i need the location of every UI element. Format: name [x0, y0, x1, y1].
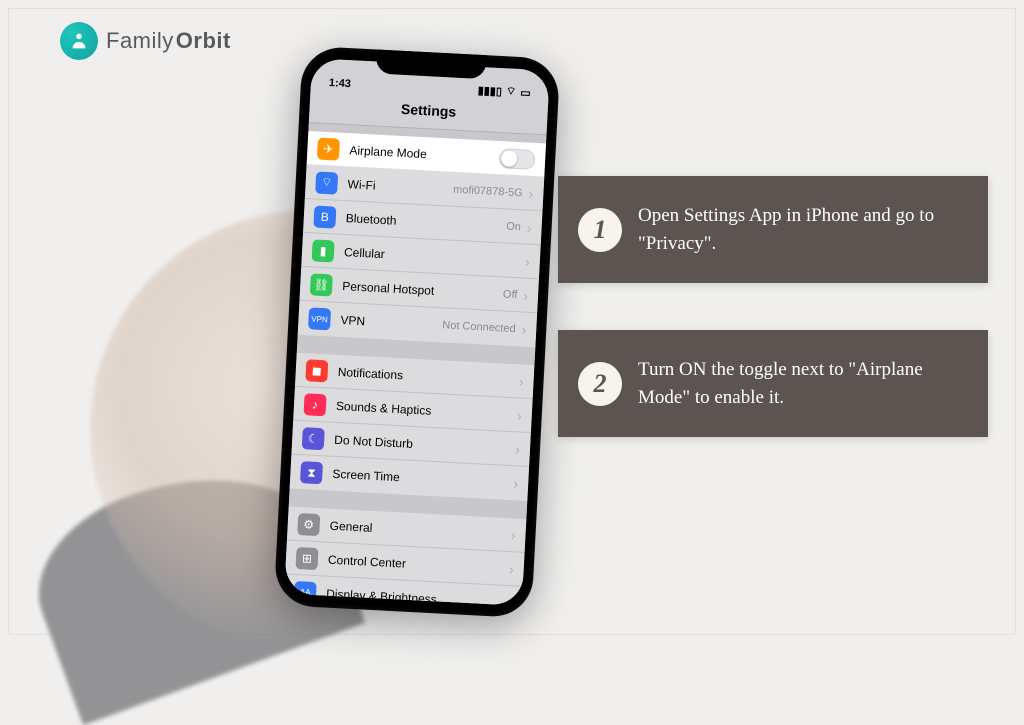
airplane-toggle[interactable]	[499, 148, 536, 170]
hotspot-icon: ⛓	[310, 273, 333, 296]
row-label: Notifications	[337, 364, 517, 387]
settings-group: ✈ Airplane Mode ⌔ Wi-Fimofi07878-5G › B Blueto…	[298, 131, 546, 347]
chevron-right-icon: ›	[521, 321, 527, 337]
chevron-right-icon: ›	[517, 407, 523, 423]
row-value: On	[506, 220, 521, 233]
chevron-right-icon: ›	[515, 441, 521, 457]
settings-group: ◼Notifications›♪Sounds & Haptics›☾Do Not…	[290, 353, 535, 501]
chevron-right-icon: ›	[527, 219, 533, 235]
row-label: Display & Brightness	[326, 586, 506, 606]
step-text-1: Open Settings App in iPhone and go to "P…	[638, 202, 966, 257]
row-label: Bluetooth	[346, 211, 507, 233]
status-time: 1:43	[329, 77, 352, 90]
row-label: Sounds & Haptics	[336, 398, 516, 421]
chevron-right-icon: ›	[513, 475, 519, 491]
settings-list[interactable]: ✈ Airplane Mode ⌔ Wi-Fimofi07878-5G › B Blueto…	[284, 123, 546, 606]
airplane-icon: ✈	[317, 137, 340, 160]
chevron-right-icon: ›	[518, 373, 524, 389]
row-label: General	[329, 518, 509, 541]
sounds-icon: ♪	[304, 393, 327, 416]
row-label: Screen Time	[332, 467, 512, 490]
row-label: Cellular	[344, 245, 524, 268]
wifi-icon: ⌔	[315, 171, 338, 194]
chevron-right-icon: ›	[523, 287, 529, 303]
status-indicators: ▮▮▮▯ ⌔ ▭	[477, 83, 531, 100]
row-label: VPN	[340, 313, 443, 332]
hand-holding-phone: 1:43 ▮▮▮▯ ⌔ ▭ Settings ✈Airplane Mode⌔Wi…	[40, 40, 560, 640]
iphone-frame: 1:43 ▮▮▮▯ ⌔ ▭ Settings ✈Airplane Mode⌔Wi…	[274, 46, 561, 619]
row-value: Off	[503, 288, 518, 301]
settings-group: ⚙General›⊞Control Center›AADisplay & Bri…	[284, 507, 526, 606]
row-label: Wi-Fi	[347, 177, 453, 197]
row-value: Not Connected	[442, 319, 516, 335]
battery-icon: ▭	[520, 86, 531, 100]
display-icon: AA	[294, 580, 317, 603]
chevron-right-icon: ›	[507, 595, 513, 606]
row-label: Do Not Disturb	[334, 432, 514, 455]
cellular-icon: ▮	[312, 239, 335, 262]
instruction-card-2: 2 Turn ON the toggle next to "Airplane M…	[558, 330, 988, 437]
dnd-icon: ☾	[302, 427, 325, 450]
vpn-icon: VPN	[308, 307, 331, 330]
chevron-right-icon: ›	[510, 527, 516, 543]
row-value: mofi07878-5G	[453, 183, 523, 199]
row-label: Personal Hotspot	[342, 279, 503, 301]
step-number-2: 2	[578, 362, 622, 406]
phone-screen: 1:43 ▮▮▮▯ ⌔ ▭ Settings ✈Airplane Mode⌔Wi…	[284, 58, 550, 606]
notifications-icon: ◼	[305, 359, 328, 382]
step-text-2: Turn ON the toggle next to "Airplane Mod…	[638, 356, 966, 411]
step-number-1: 1	[578, 208, 622, 252]
row-label: Airplane Mode	[349, 143, 500, 165]
general-icon: ⚙	[297, 513, 320, 536]
row-label: Control Center	[328, 552, 508, 575]
chevron-right-icon: ›	[525, 253, 531, 269]
screentime-icon: ⧗	[300, 461, 323, 484]
bluetooth-icon: B	[313, 205, 336, 228]
wifi-icon: ⌔	[506, 84, 517, 99]
chevron-right-icon: ›	[509, 561, 515, 577]
instruction-card-1: 1 Open Settings App in iPhone and go to …	[558, 176, 988, 283]
chevron-right-icon: ›	[528, 185, 534, 201]
controlcenter-icon: ⊞	[295, 546, 318, 569]
signal-icon: ▮▮▮▯	[477, 83, 502, 97]
